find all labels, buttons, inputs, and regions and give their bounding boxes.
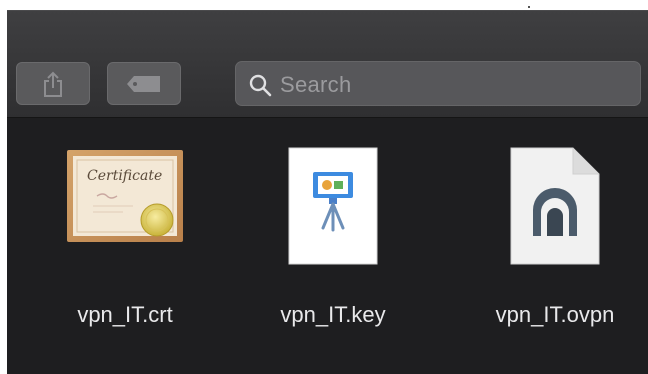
tag-button[interactable]	[107, 62, 181, 105]
magnifier-icon	[249, 74, 272, 97]
top-dot	[528, 6, 530, 8]
file-name-key: vpn_IT.key	[280, 302, 386, 327]
search-placeholder: Search	[280, 72, 352, 97]
toolbar: Search	[7, 10, 648, 118]
certificate-icon: Certificate	[67, 150, 183, 242]
tag-icon	[127, 75, 160, 92]
screen-top-strip	[0, 0, 648, 10]
share-button[interactable]	[16, 62, 90, 105]
tunnel-document-icon	[510, 147, 600, 265]
file-item-crt[interactable]: Certificate vpn_IT.crt	[35, 146, 215, 336]
share-icon	[44, 71, 62, 97]
file-name-crt: vpn_IT.crt	[77, 302, 173, 327]
search-field[interactable]: Search	[235, 61, 641, 106]
finder-window: Search Certificate vpn_IT.crt vpn_IT.key…	[7, 10, 648, 374]
file-list: Certificate vpn_IT.crt vpn_IT.key vpn_IT…	[7, 118, 648, 374]
certificate-word: Certificate	[87, 168, 162, 184]
file-item-ovpn[interactable]: vpn_IT.ovpn	[465, 146, 645, 336]
keynote-document-icon	[288, 147, 378, 265]
file-name-ovpn: vpn_IT.ovpn	[495, 302, 615, 327]
file-item-key[interactable]: vpn_IT.key	[243, 146, 423, 336]
